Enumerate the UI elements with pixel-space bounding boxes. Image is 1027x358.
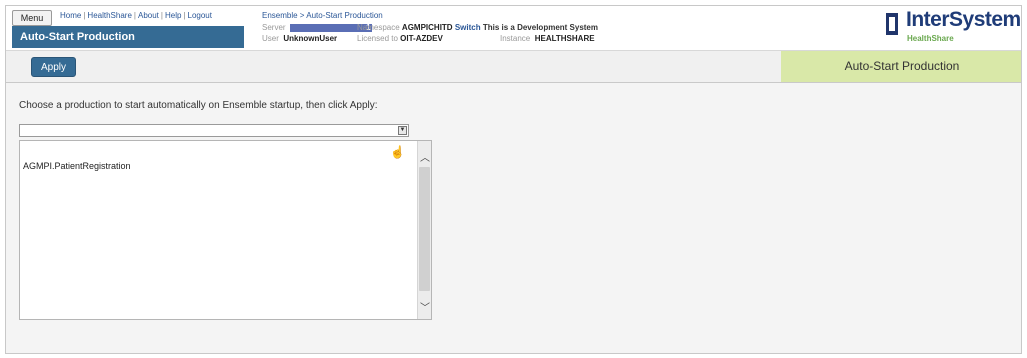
help-link[interactable]: Help bbox=[165, 11, 181, 20]
licensed-label: Licensed to bbox=[357, 34, 398, 43]
apply-button[interactable]: Apply bbox=[31, 57, 76, 77]
breadcrumb[interactable]: Ensemble > Auto-Start Production bbox=[262, 11, 383, 20]
licensed-value: OIT-AZDEV bbox=[400, 34, 443, 43]
user-info: User UnknownUser bbox=[262, 34, 337, 43]
user-value: UnknownUser bbox=[283, 34, 338, 43]
switch-link[interactable]: Switch bbox=[455, 23, 481, 32]
logo-text: InterSystems bbox=[906, 8, 1022, 31]
header: Menu Home | HealthShare | About | Help | Logout … bbox=[6, 6, 1021, 51]
production-listbox[interactable]: AGMPI.PatientRegistration ︿ ﹀ bbox=[19, 140, 432, 320]
healthshare-link[interactable]: HealthShare bbox=[87, 11, 131, 20]
home-link[interactable]: Home bbox=[60, 11, 81, 20]
scroll-down-icon[interactable]: ﹀ bbox=[419, 299, 431, 314]
production-select[interactable]: ▼ bbox=[19, 124, 409, 137]
namespace-info: Namespace AGMPICHITD Switch This is a De… bbox=[357, 23, 598, 32]
top-links: Home | HealthShare | About | Help | Logout bbox=[60, 11, 212, 20]
logo-mark-icon bbox=[886, 13, 898, 35]
server-label: Server bbox=[262, 23, 286, 32]
instance-value: HEALTHSHARE bbox=[534, 34, 595, 43]
server-info: Server 1 bbox=[262, 23, 372, 32]
toolbar: Apply Auto-Start Production bbox=[6, 51, 1021, 83]
user-label: User bbox=[262, 34, 279, 43]
license-info: Licensed to OIT-AZDEV bbox=[357, 34, 443, 43]
menu-button[interactable]: Menu bbox=[12, 10, 52, 26]
listbox-scrollbar[interactable]: ︿ ﹀ bbox=[417, 141, 431, 319]
namespace-label: Namespace bbox=[357, 23, 400, 32]
intersystems-logo: InterSystems HealthShare bbox=[886, 8, 1022, 46]
logout-link[interactable]: Logout bbox=[188, 11, 212, 20]
page-title-panel: Auto-Start Production bbox=[781, 51, 1021, 82]
list-item[interactable]: AGMPI.PatientRegistration bbox=[23, 161, 131, 171]
namespace-value: AGMPICHITD bbox=[401, 23, 453, 32]
chevron-down-icon[interactable]: ▼ bbox=[398, 126, 407, 135]
instance-label: Instance bbox=[500, 34, 531, 43]
scroll-thumb[interactable] bbox=[419, 167, 430, 291]
instructions-text: Choose a production to start automatical… bbox=[19, 100, 378, 111]
app-frame: Menu Home | HealthShare | About | Help | Logout … bbox=[5, 5, 1022, 354]
instance-info: Instance HEALTHSHARE bbox=[500, 34, 595, 43]
scroll-up-icon[interactable]: ︿ bbox=[419, 149, 431, 164]
page-title: Auto-Start Production bbox=[12, 26, 244, 48]
dev-system-message: This is a Development System bbox=[482, 23, 598, 32]
hand-cursor-icon: ☝ bbox=[390, 145, 405, 159]
logo-subtitle: HealthShare bbox=[907, 34, 954, 43]
about-link[interactable]: About bbox=[138, 11, 159, 20]
